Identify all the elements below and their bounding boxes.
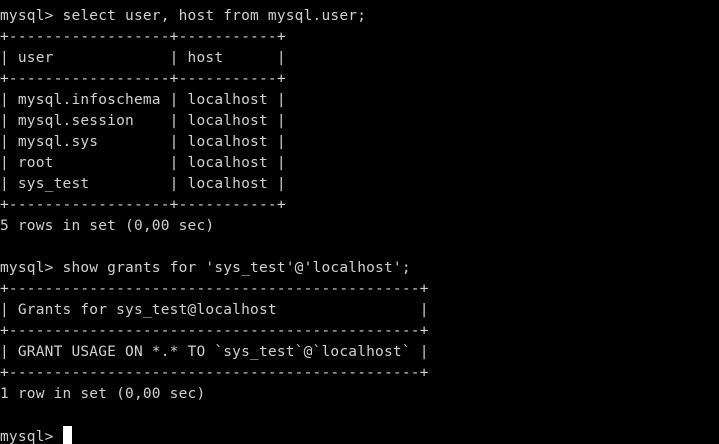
table-header: | user | host | xyxy=(0,50,286,66)
table-border: +---------------------------------------… xyxy=(0,281,429,297)
table-border: +------------------+-----------+ xyxy=(0,29,286,45)
table-row: | mysql.sys | localhost | xyxy=(0,134,286,150)
input-line[interactable]: mysql> xyxy=(0,426,719,444)
cursor-block xyxy=(62,426,72,444)
table-row: | mysql.infoschema | localhost | xyxy=(0,92,286,108)
table-row: | root | localhost | xyxy=(0,155,286,171)
command-line: mysql> select user, host from mysql.user… xyxy=(0,8,367,24)
table-border: +---------------------------------------… xyxy=(0,323,429,339)
table-border: +------------------+-----------+ xyxy=(0,197,286,213)
result-summary: 1 row in set (0,00 sec) xyxy=(0,386,206,402)
table-row: | GRANT USAGE ON *.* TO `sys_test`@`loca… xyxy=(0,344,429,360)
table-row: | mysql.session | localhost | xyxy=(0,113,286,129)
table-row: | sys_test | localhost | xyxy=(0,176,286,192)
command-line: mysql> show grants for 'sys_test'@'local… xyxy=(0,260,411,276)
terminal-window[interactable]: mysql> select user, host from mysql.user… xyxy=(0,0,719,444)
prompt: mysql> xyxy=(0,429,63,444)
table-border: +------------------+-----------+ xyxy=(0,71,286,87)
table-header: | Grants for sys_test@localhost | xyxy=(0,302,429,318)
result-summary: 5 rows in set (0,00 sec) xyxy=(0,218,215,234)
table-border: +---------------------------------------… xyxy=(0,365,429,381)
